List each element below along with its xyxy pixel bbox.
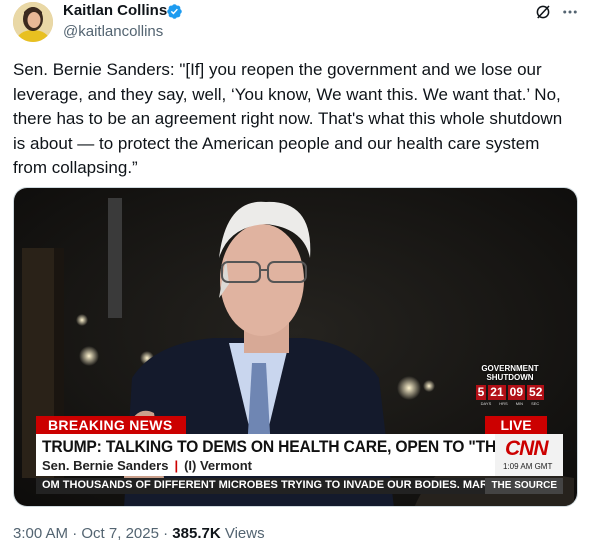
speaker-name: Sen. Bernie Sanders <box>42 458 169 473</box>
avatar-image <box>13 2 53 42</box>
views-label: Views <box>224 525 265 542</box>
author-name[interactable]: Kaitlan Collins <box>63 2 167 19</box>
meta-separator-2: · <box>163 525 169 542</box>
shutdown-minutes: 09 <box>507 385 526 400</box>
ticker-text: OM THOUSANDS OF DIFFERENT MICROBES TRYIN… <box>42 479 495 491</box>
shutdown-label-line2: SHUTDOWN <box>486 373 534 382</box>
tweet-date[interactable]: Oct 7, 2025 <box>81 525 159 542</box>
news-ticker: OM THOUSANDS OF DIFFERENT MICROBES TRYIN… <box>36 478 563 494</box>
shutdown-unit-minutes: MIN <box>515 401 524 406</box>
lower-third: TRUMP: TALKING TO DEMS ON HEALTH CARE, O… <box>36 434 577 476</box>
meta-separator: · <box>72 525 78 542</box>
grok-icon[interactable] <box>534 3 552 21</box>
verified-badge-icon <box>167 4 182 19</box>
author-handle[interactable]: @kaitlancollins <box>63 23 163 40</box>
speaker-separator: | <box>174 458 179 473</box>
views-count: 385.7K <box>172 525 221 542</box>
chyron-speaker: Sen. Bernie Sanders | (I) Vermont <box>42 458 252 473</box>
avatar[interactable] <box>13 2 53 42</box>
speaker-affiliation: (I) Vermont <box>184 458 252 473</box>
shutdown-hours: 21 <box>488 385 506 400</box>
tweet-video[interactable]: GOVERNMENT SHUTDOWN 5 21 09 52 DAYS HRS … <box>13 187 578 507</box>
ticker-source: THE SOURCE <box>485 478 563 494</box>
more-icon[interactable] <box>561 3 579 21</box>
shutdown-days: 5 <box>475 385 487 400</box>
live-badge: LIVE <box>485 416 547 434</box>
shutdown-unit-hours: HRS <box>499 401 508 406</box>
network-time: 1:09 AM GMT <box>503 462 553 471</box>
breaking-news-banner: BREAKING NEWS <box>36 416 186 434</box>
shutdown-unit-seconds: SEC <box>531 401 540 406</box>
cnn-logo: CNN <box>505 437 548 460</box>
shutdown-seconds: 52 <box>527 385 545 400</box>
tweet-time[interactable]: 3:00 AM <box>13 525 68 542</box>
network-bug: CNN 1:09 AM GMT <box>495 434 563 476</box>
shutdown-unit-days: DAYS <box>480 401 492 406</box>
tweet-text: Sen. Bernie Sanders: "[If] you reopen th… <box>13 60 563 177</box>
shutdown-label-line1: GOVERNMENT <box>481 364 539 373</box>
tweet-meta: 3:00 AM · Oct 7, 2025 · 385.7K Views <box>13 525 265 542</box>
shutdown-clock: GOVERNMENT SHUTDOWN 5 21 09 52 DAYS HRS … <box>466 364 554 414</box>
